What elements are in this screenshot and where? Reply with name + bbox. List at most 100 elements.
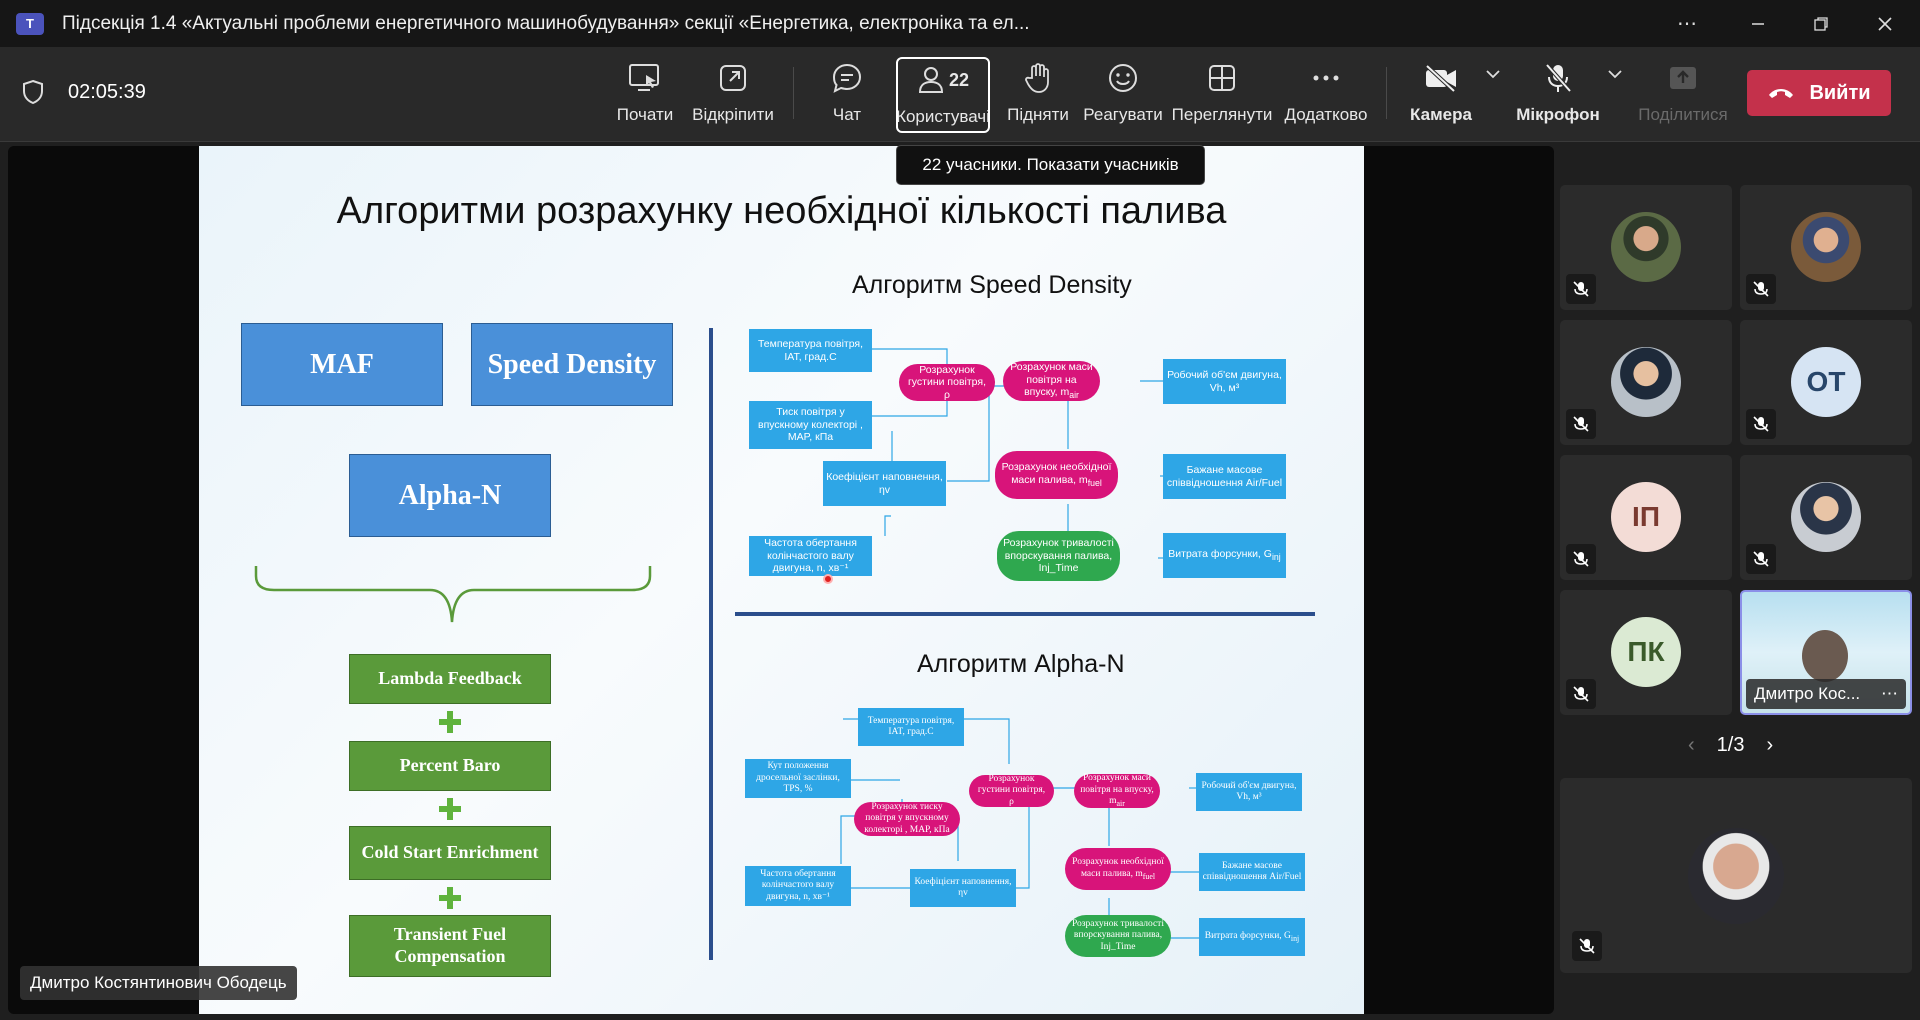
present-icon (629, 64, 659, 91)
participant-tile[interactable]: ІП (1560, 455, 1732, 580)
sd-temperature-box: Температура повітря, IAT, град.С (749, 329, 872, 372)
sd-air-mass-sub: air (1069, 390, 1079, 401)
start-label: Почати (616, 105, 674, 124)
restore-button[interactable] (1790, 0, 1852, 47)
meeting-toolbar: 02:05:39 Почати Відкріпити Чат 22 Корист… (0, 47, 1920, 142)
sd-rpm-box: Частота обертання колінчастого валу двиг… (749, 536, 872, 576)
sd-injector-sub: inj (1271, 552, 1281, 563)
participant-count: 22 (948, 69, 970, 90)
shared-screen-stage: Алгоритми розрахунку необхідної кількост… (8, 146, 1554, 1014)
an-volume-box: Робочий об'єм двигуна, Vh, м³ (1196, 773, 1302, 811)
more-button[interactable]: Додатково (1283, 57, 1369, 133)
an-injector-sub: inj (1290, 933, 1300, 943)
participant-initials: ІП (1611, 482, 1681, 552)
participant-tile[interactable]: ОТ (1740, 320, 1912, 445)
sd-pressure-box: Тиск повітря у впускному колекторі , MAP… (749, 401, 872, 449)
participant-tile[interactable] (1740, 455, 1912, 580)
react-label: Реагувати (1083, 105, 1163, 124)
an-rpm-box: Частота обертання колінчастого валу двиг… (745, 866, 851, 906)
shield-icon (23, 79, 43, 105)
participant-tile[interactable] (1560, 185, 1732, 310)
sd-density-box: Розрахунок густини повітря, ρ (899, 364, 995, 401)
mic-button[interactable]: Мікрофон (1516, 57, 1600, 133)
sd-volume-box: Робочий об'єм двигуна, Vh, м³ (1163, 359, 1286, 404)
mic-off-icon (1566, 409, 1596, 439)
toolbar-divider (1386, 67, 1387, 119)
an-air-mass-sub: air (1116, 799, 1125, 809)
toolbar-divider (793, 67, 794, 119)
participant-initials: ПК (1611, 617, 1681, 687)
participant-initials: ОТ (1791, 347, 1861, 417)
mic-label: Мікрофон (1516, 105, 1600, 124)
participants-tooltip: 22 учасники. Показати учасників (896, 145, 1205, 185)
more-options-icon[interactable]: ⋯ (1656, 0, 1718, 47)
share-label: Поділитися (1638, 105, 1728, 124)
camera-button[interactable]: Камера (1406, 57, 1476, 133)
minimize-button[interactable] (1727, 0, 1789, 47)
participant-tile[interactable] (1740, 185, 1912, 310)
sd-fuel-mass-box: Розрахунок необхідної маси палива, mfuel (995, 451, 1118, 499)
participant-video (1791, 482, 1861, 552)
participant-tile-large[interactable] (1560, 778, 1912, 973)
presentation-slide: Алгоритми розрахунку необхідної кількост… (199, 146, 1364, 1014)
an-inj-time-box: Розрахунок тривалості впорскування палив… (1065, 915, 1171, 957)
page-indicator: 1/3 (1716, 734, 1745, 756)
self-video (1802, 630, 1848, 682)
timer-text: 02:05:39 (68, 80, 146, 103)
chat-button[interactable]: Чат (812, 57, 882, 133)
sd-injector-text: Витрата форсунки, G (1168, 548, 1272, 561)
close-button[interactable] (1854, 0, 1916, 47)
mic-off-icon (1572, 931, 1602, 961)
chevron-right-icon[interactable]: › (1766, 734, 1773, 757)
teams-logo-icon: T (16, 12, 44, 35)
share-button[interactable]: Поділитися (1638, 57, 1728, 133)
participant-video (1611, 212, 1681, 282)
mic-off-icon (1566, 274, 1596, 304)
people-button[interactable]: 22 Користувачі (896, 57, 990, 133)
an-air-mass-box: Розрахунок маси повітря на впуску, mair (1074, 773, 1160, 809)
an-efficiency-box: Коефіцієнт наповнення, ηv (910, 869, 1016, 907)
chevron-down-icon (1486, 70, 1500, 79)
chevron-left-icon[interactable]: ‹ (1688, 734, 1695, 757)
participant-pager: ‹ 1/3 › (1688, 734, 1773, 757)
phone-hangup-icon (1769, 89, 1794, 98)
popout-button[interactable]: Відкріпити (690, 57, 776, 133)
an-injector-box: Витрата форсунки, Ginj (1199, 918, 1305, 956)
an-fuel-mass-box: Розрахунок необхідної маси палива, mfuel (1065, 848, 1171, 890)
react-button[interactable]: Реагувати (1083, 57, 1163, 133)
participant-tile[interactable] (1560, 320, 1732, 445)
more-options-icon[interactable]: ⋯ (1881, 684, 1898, 704)
chat-icon (832, 63, 862, 93)
participant-tile[interactable]: ПК (1560, 590, 1732, 715)
mic-options-chevron[interactable] (1602, 69, 1628, 145)
popout-icon (720, 65, 746, 91)
leave-button[interactable]: Вийти (1747, 70, 1891, 116)
self-video-tile[interactable]: Дмитро Кос... ⋯ (1740, 590, 1912, 715)
view-label: Переглянути (1171, 105, 1273, 124)
raise-hand-button[interactable]: Підняти (1005, 57, 1071, 133)
more-label: Додатково (1284, 105, 1368, 124)
view-button[interactable]: Переглянути (1172, 57, 1272, 133)
smile-icon (1109, 64, 1137, 92)
an-afr-box: Бажане масове співвідношення Air/Fuel (1199, 853, 1305, 891)
mic-off-icon (1746, 544, 1776, 574)
chevron-down-icon (1608, 70, 1622, 79)
alpha-n-title: Алгоритм Alpha-N (917, 650, 1125, 678)
sd-efficiency-box: Коефіцієнт наповнення, ηv (823, 461, 946, 506)
camera-off-icon (1425, 64, 1456, 93)
an-injector-text: Витрата форсунки, G (1204, 930, 1291, 941)
window-title: Підсекція 1.4 «Актуальні проблеми енерге… (62, 12, 1030, 34)
mic-off-icon (1545, 63, 1572, 93)
mic-off-icon (1566, 679, 1596, 709)
self-name: Дмитро Кос... (1754, 684, 1861, 703)
camera-options-chevron[interactable] (1480, 69, 1506, 145)
participant-video (1688, 828, 1784, 924)
start-button[interactable]: Почати (610, 57, 680, 133)
mic-off-icon (1746, 274, 1776, 304)
sd-afr-box: Бажане масове співвідношення Air/Fuel (1163, 454, 1286, 499)
self-name-bar: Дмитро Кос... ⋯ (1746, 679, 1906, 709)
camera-label: Камера (1410, 105, 1472, 124)
title-bar: T Підсекція 1.4 «Актуальні проблеми енер… (0, 0, 1920, 47)
an-density-box: Розрахунок густини повітря, ρ (969, 774, 1054, 807)
participant-video (1791, 212, 1861, 282)
